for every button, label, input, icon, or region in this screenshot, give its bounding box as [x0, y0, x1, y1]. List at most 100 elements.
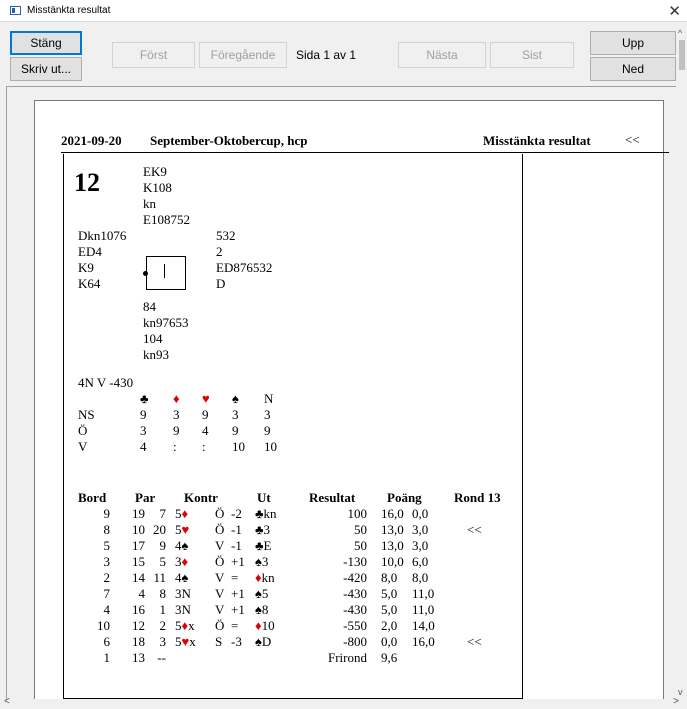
east-hearts: 2: [216, 244, 223, 259]
row-ew: 8: [159, 586, 167, 601]
dd-cell: 9: [264, 423, 271, 438]
row-table: 1: [103, 650, 111, 665]
dd-head-nt: N: [264, 391, 274, 406]
row-tricks: +1: [231, 586, 245, 601]
dd-cell: 9: [232, 423, 239, 438]
east-clubs: D: [216, 276, 226, 291]
row-flag: <<: [467, 634, 482, 649]
row-lead: ♦10: [255, 618, 275, 633]
app-icon: [10, 6, 21, 15]
row-p2: 11,0: [412, 602, 435, 617]
row-p1: 5,0: [381, 586, 398, 601]
row-p2: 16,0: [412, 634, 435, 649]
row-ns: 12: [132, 618, 145, 633]
dd-cell: 3: [140, 423, 147, 438]
dd-cell: :: [202, 439, 206, 454]
row-result: -430: [343, 586, 367, 601]
row-ns: 16: [132, 602, 145, 617]
col-header-result: Resultat: [309, 490, 356, 505]
west-diamonds: K9: [78, 260, 94, 275]
report-page: 2021-09-20 September-Oktobercup, hcp Mis…: [34, 100, 669, 709]
row-decl: Ö: [215, 618, 225, 633]
row-ns: 4: [138, 586, 146, 601]
close-window-icon[interactable]: ✕: [668, 2, 681, 20]
title-bar: Misstänkta resultat ✕: [0, 0, 687, 22]
row-contract: 5♥: [175, 522, 190, 537]
row-tricks: =: [231, 618, 239, 633]
row-ew: 1: [159, 602, 167, 617]
row-p2: 0,0: [412, 506, 429, 521]
row-contract: 3N: [175, 586, 191, 601]
col-header-contract: Kontr: [184, 490, 218, 505]
horizontal-scrollbar[interactable]: < >: [0, 696, 687, 709]
row-result: -430: [343, 602, 367, 617]
dd-cell: 9: [202, 407, 209, 422]
dd-head-hearts: ♥: [202, 391, 210, 406]
dd-side: NS: [78, 407, 95, 422]
row-ns: 15: [132, 554, 145, 569]
row-p2: 8,0: [412, 570, 429, 585]
row-tricks: =: [231, 570, 239, 585]
row-ew: 20: [153, 522, 166, 537]
par-contract: 4N V -430: [78, 375, 134, 390]
dd-cell: 3: [264, 407, 271, 422]
col-header-pair: Par: [135, 490, 156, 505]
dd-head-clubs: ♣: [140, 391, 149, 406]
dd-cell: 3: [173, 407, 180, 422]
row-p1: 8,0: [381, 570, 398, 585]
scroll-left-arrow-icon[interactable]: <: [4, 696, 10, 707]
row-p1: 16,0: [381, 506, 404, 521]
row-p2: 3,0: [412, 538, 429, 553]
row-ew: 3: [159, 634, 167, 649]
row-contract: 5♥x: [175, 634, 196, 649]
previous-page-button[interactable]: Föregående: [199, 42, 287, 68]
row-ew: --: [157, 650, 166, 665]
scroll-thumb[interactable]: [679, 40, 685, 70]
row-lead: ♣kn: [255, 506, 277, 521]
row-ns: 14: [132, 570, 145, 585]
row-ew: 11: [153, 570, 166, 585]
dd-side: V: [78, 439, 88, 454]
north-clubs: E108752: [143, 212, 190, 227]
row-flag: <<: [467, 522, 482, 537]
row-table: 6: [103, 634, 111, 649]
col-header-round: Rond 13: [454, 490, 501, 505]
row-result: 50: [354, 522, 367, 537]
scroll-up-button[interactable]: Upp: [590, 31, 676, 55]
row-p1: 0,0: [381, 634, 398, 649]
west-hearts: ED4: [78, 244, 102, 259]
header-divider: [61, 152, 669, 153]
row-p1: 10,0: [381, 554, 404, 569]
row-lead: ♣3: [255, 522, 271, 537]
north-diamonds: kn: [143, 196, 156, 211]
row-lead: ♣E: [255, 538, 272, 553]
row-table: 8: [103, 522, 111, 537]
row-p1: 13,0: [381, 538, 404, 553]
row-decl: Ö: [215, 554, 225, 569]
dd-side: Ö: [78, 423, 88, 438]
header-nav-marker: <<: [625, 132, 640, 147]
scroll-down-button[interactable]: Ned: [590, 57, 676, 81]
row-contract: 3♦: [175, 554, 189, 569]
row-result: 50: [354, 538, 367, 553]
scroll-up-arrow-icon[interactable]: ^: [678, 28, 682, 38]
first-page-button[interactable]: Först: [112, 42, 195, 68]
row-ew: 2: [159, 618, 167, 633]
row-result: Frirond: [328, 650, 367, 665]
row-lead: ♠D: [255, 634, 272, 649]
close-button[interactable]: Stäng: [10, 31, 82, 55]
vertical-scrollbar[interactable]: ^ v: [677, 22, 687, 709]
print-button[interactable]: Skriv ut...: [10, 57, 82, 81]
row-ew: 7: [159, 506, 167, 521]
row-result: -800: [343, 634, 367, 649]
row-p1: 13,0: [381, 522, 404, 537]
row-tricks: -2: [231, 506, 242, 521]
row-table: 3: [103, 554, 111, 569]
north-spades: EK9: [143, 164, 167, 179]
row-contract: 3N: [175, 602, 191, 617]
scroll-right-arrow-icon[interactable]: >: [673, 696, 679, 707]
next-page-button[interactable]: Nästa: [398, 42, 486, 68]
south-spades: 84: [143, 299, 156, 314]
window-title: Misstänkta resultat: [27, 5, 111, 16]
last-page-button[interactable]: Sist: [490, 42, 574, 68]
